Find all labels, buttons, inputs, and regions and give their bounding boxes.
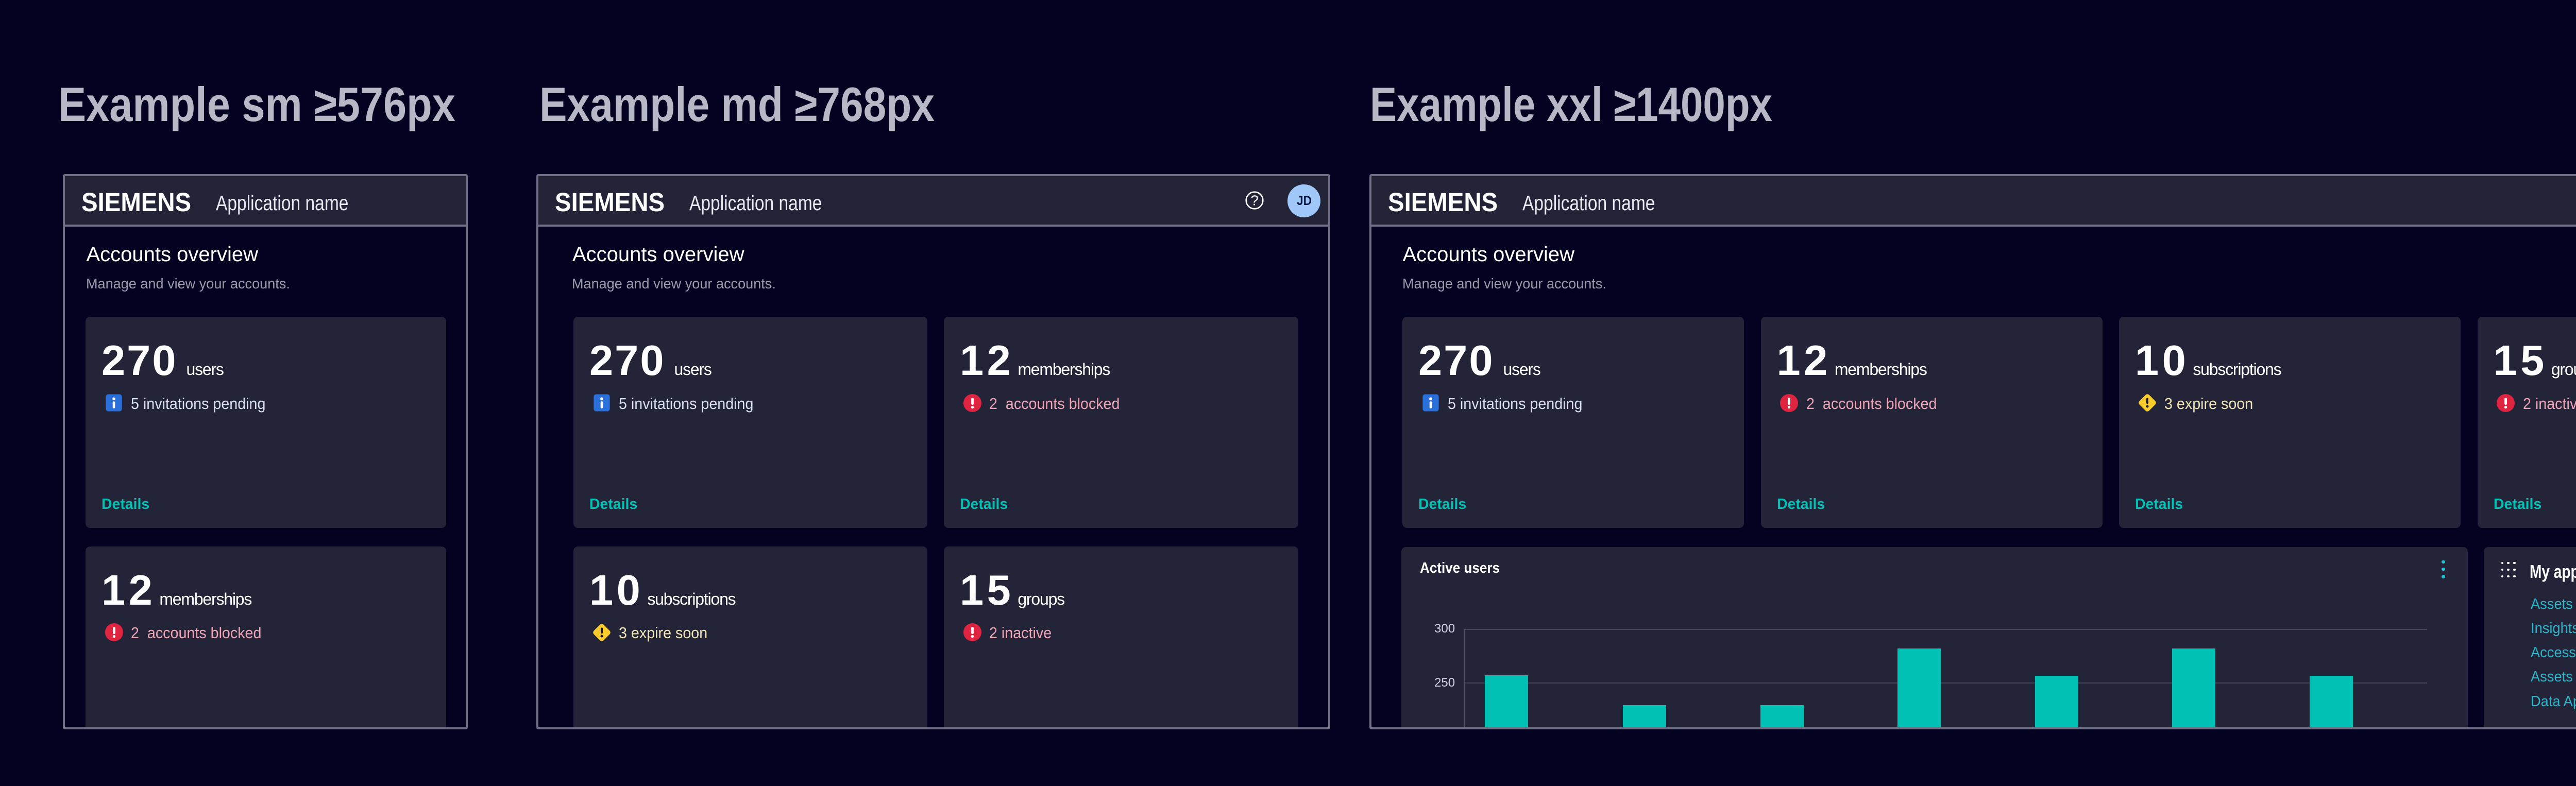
svg-text:?: ? (1250, 193, 1259, 209)
